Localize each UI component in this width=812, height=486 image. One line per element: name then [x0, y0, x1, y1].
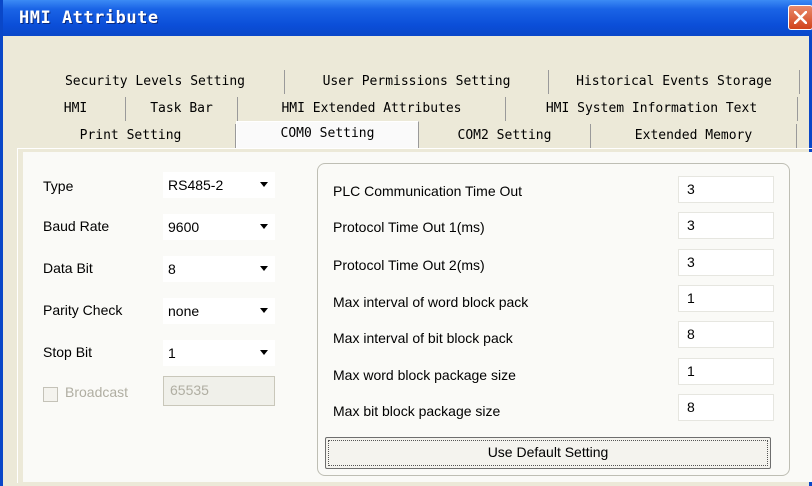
- tab-row-1: Security Levels Setting User Permissions…: [6, 70, 812, 94]
- tab-hmi[interactable]: HMI: [26, 97, 126, 121]
- protocol-timeout-1-input[interactable]: 3: [678, 212, 774, 239]
- word-block-interval-label: Max interval of word block pack: [333, 294, 529, 310]
- word-block-size-input[interactable]: 1: [678, 358, 774, 385]
- close-icon: [794, 11, 807, 24]
- use-default-setting-button[interactable]: Use Default Setting: [325, 437, 771, 469]
- stop-bit-value: 1: [168, 345, 176, 361]
- data-bit-select[interactable]: 8: [163, 256, 275, 282]
- plc-timeout-value: 3: [687, 181, 695, 197]
- tab-task-bar[interactable]: Task Bar: [126, 97, 238, 121]
- protocol-timeout-1-label: Protocol Time Out 1(ms): [333, 219, 485, 235]
- tab-user-permissions[interactable]: User Permissions Setting: [285, 70, 549, 94]
- use-default-setting-label: Use Default Setting: [487, 444, 609, 460]
- tab-hmi-system-info-text[interactable]: HMI System Information Text: [506, 97, 798, 121]
- stop-bit-label: Stop Bit: [43, 344, 93, 360]
- bit-block-size-input[interactable]: 8: [678, 394, 774, 421]
- bit-block-interval-label: Max interval of bit block pack: [333, 330, 513, 346]
- baud-rate-value: 9600: [168, 219, 200, 235]
- word-block-interval-value: 1: [687, 290, 695, 306]
- broadcast-address-value: 65535: [170, 382, 209, 398]
- protocol-timeout-2-label: Protocol Time Out 2(ms): [333, 257, 485, 273]
- word-block-interval-input[interactable]: 1: [678, 285, 774, 312]
- tab-security-levels[interactable]: Security Levels Setting: [26, 70, 285, 94]
- tab-historical-events[interactable]: Historical Events Storage: [549, 70, 800, 94]
- communication-settings-group: [317, 163, 790, 476]
- parity-check-value: none: [168, 303, 200, 319]
- window-title: HMI Attribute: [19, 8, 159, 28]
- word-block-size-value: 1: [687, 363, 695, 379]
- type-label: Type: [43, 178, 74, 194]
- parity-check-dropdown-button[interactable]: [254, 299, 274, 323]
- stop-bit-dropdown-button[interactable]: [254, 341, 274, 365]
- baud-rate-dropdown-button[interactable]: [254, 215, 274, 239]
- protocol-timeout-1-value: 3: [687, 217, 695, 233]
- bit-block-size-label: Max bit block package size: [333, 403, 501, 419]
- bit-block-interval-value: 8: [687, 326, 695, 342]
- type-value: RS485-2: [168, 177, 224, 193]
- data-bit-dropdown-button[interactable]: [254, 257, 274, 281]
- tab-com2-setting[interactable]: COM2 Setting: [419, 124, 591, 148]
- chevron-down-icon: [260, 350, 268, 355]
- title-bar[interactable]: HMI Attribute: [3, 0, 812, 36]
- baud-rate-select[interactable]: 9600: [163, 214, 275, 240]
- baud-rate-label: Baud Rate: [43, 218, 110, 234]
- type-dropdown-button[interactable]: [254, 173, 274, 197]
- dialog-window: HMI Attribute Security Levels Setting Us…: [0, 0, 812, 486]
- tab-row-3: Print Setting COM0 Setting COM2 Setting …: [6, 121, 812, 148]
- tab-print-setting[interactable]: Print Setting: [26, 124, 236, 148]
- plc-timeout-input[interactable]: 3: [678, 176, 774, 203]
- bit-block-size-value: 8: [687, 399, 695, 415]
- bit-block-interval-input[interactable]: 8: [678, 321, 774, 348]
- plc-timeout-label: PLC Communication Time Out: [333, 183, 523, 199]
- chevron-down-icon: [260, 182, 268, 187]
- broadcast-label: Broadcast: [65, 384, 129, 400]
- parity-check-label: Parity Check: [43, 302, 123, 318]
- chevron-down-icon: [260, 308, 268, 313]
- word-block-size-label: Max word block package size: [333, 367, 516, 383]
- chevron-down-icon: [260, 224, 268, 229]
- tab-hmi-extended-attributes[interactable]: HMI Extended Attributes: [238, 97, 506, 121]
- close-button[interactable]: [788, 5, 812, 30]
- broadcast-checkbox[interactable]: [43, 387, 58, 402]
- tab-com0-setting[interactable]: COM0 Setting: [236, 121, 419, 148]
- tab-extended-memory[interactable]: Extended Memory: [591, 124, 797, 148]
- type-select[interactable]: RS485-2: [163, 172, 275, 198]
- chevron-down-icon: [260, 266, 268, 271]
- stop-bit-select[interactable]: 1: [163, 340, 275, 366]
- tab-row-2: HMI Task Bar HMI Extended Attributes HMI…: [6, 97, 812, 121]
- protocol-timeout-2-input[interactable]: 3: [678, 249, 774, 276]
- protocol-timeout-2-value: 3: [687, 254, 695, 270]
- parity-check-select[interactable]: none: [163, 298, 275, 324]
- data-bit-label: Data Bit: [43, 260, 93, 276]
- data-bit-value: 8: [168, 261, 176, 277]
- broadcast-address-field: 65535: [163, 376, 275, 406]
